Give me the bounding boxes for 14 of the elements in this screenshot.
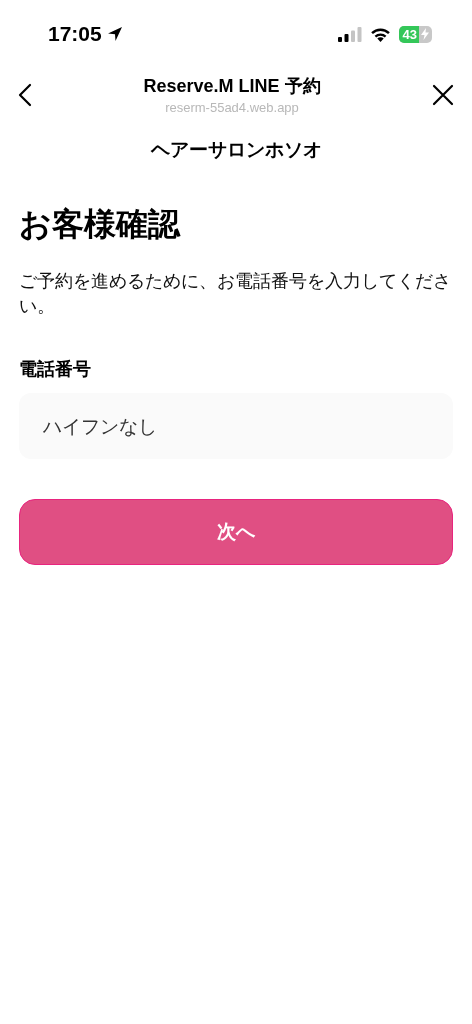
page-url: reserm-55ad4.web.app [165, 100, 299, 115]
location-arrow-icon [105, 25, 124, 43]
instruction-text: ご予約を進めるために、お電話番号を入力してください。 [19, 270, 452, 318]
page-title: Reserve.M LINE 予約 [143, 75, 321, 98]
shop-name: ヘアーサロンホソオ [149, 137, 323, 162]
phone-input[interactable]: ハイフンなし [19, 393, 453, 459]
field-label: 電話番号 [19, 357, 92, 381]
page-heading: お客様確認 [19, 204, 182, 245]
signal-icon [337, 26, 362, 42]
clock-time: 17:05 [48, 22, 102, 46]
wifi-icon [369, 26, 391, 42]
charging-bolt-icon [421, 28, 429, 40]
battery-level: 43 [398, 25, 419, 43]
next-button[interactable]: 次へ [19, 499, 453, 565]
